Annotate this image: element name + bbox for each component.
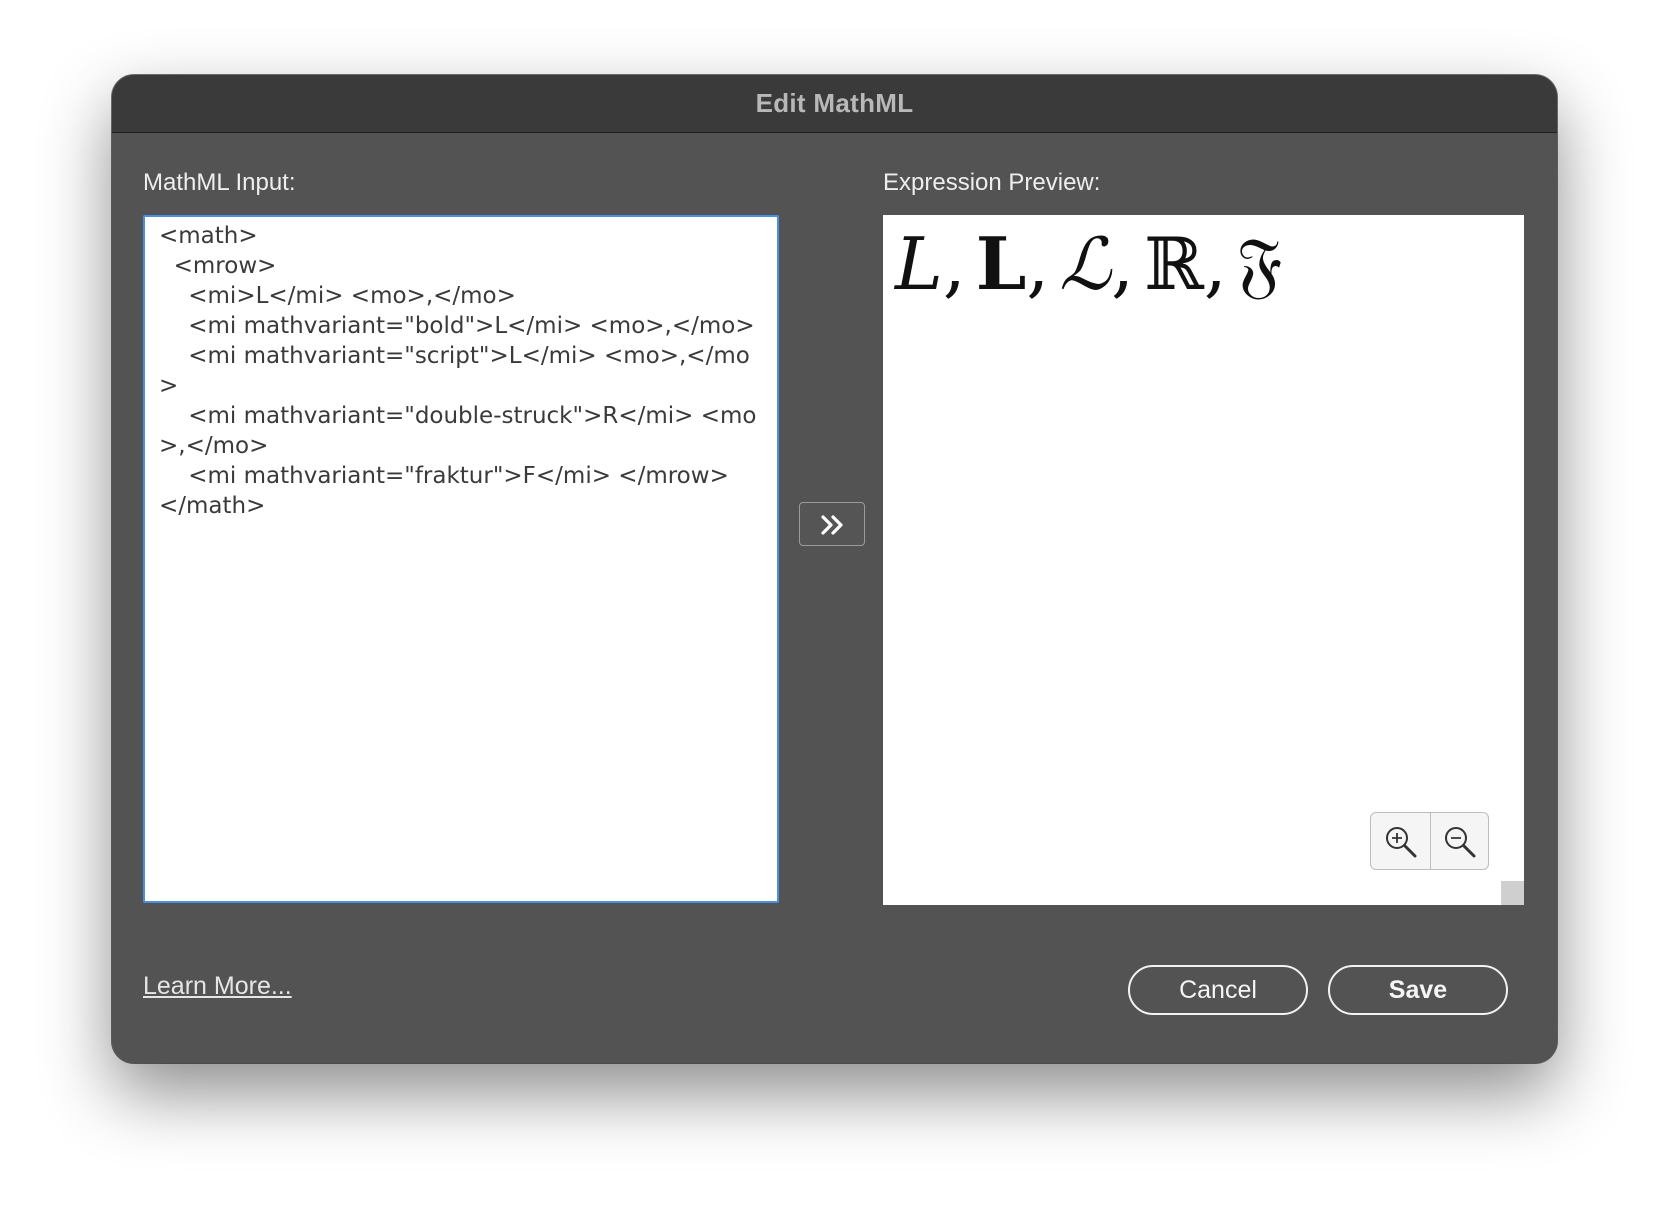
learn-more-link[interactable]: Learn More...	[143, 972, 292, 1001]
math-expression: L, L, ℒ, ℝ, 𝔉	[895, 219, 1282, 309]
save-button[interactable]: Save	[1328, 965, 1508, 1015]
math-comma: ,	[942, 222, 966, 306]
math-fraktur-f: 𝔉	[1236, 222, 1283, 306]
edit-mathml-dialog: Edit MathML MathML Input: <math> <mrow> …	[112, 75, 1557, 1063]
cancel-button[interactable]: Cancel	[1128, 965, 1308, 1015]
math-comma: ,	[1111, 222, 1134, 306]
math-double-struck-r: ℝ	[1143, 222, 1204, 306]
double-chevron-right-icon	[821, 515, 843, 535]
expression-preview-label: Expression Preview:	[883, 169, 1101, 196]
math-italic-l: L	[895, 222, 943, 306]
zoom-controls	[1370, 812, 1489, 870]
zoom-in-button[interactable]	[1371, 813, 1431, 869]
mathml-input-textarea[interactable]: <math> <mrow> <mi>L</mi> <mo>,</mo> <mi …	[143, 215, 779, 903]
dialog-titlebar: Edit MathML	[112, 75, 1557, 133]
zoom-in-icon	[1386, 827, 1417, 858]
dialog-title: Edit MathML	[755, 88, 914, 118]
math-script-l: ℒ	[1059, 222, 1112, 306]
preview-resize-grip[interactable]	[1501, 881, 1524, 905]
math-comma: ,	[1026, 222, 1050, 306]
math-bold-l: L	[975, 221, 1027, 306]
math-comma: ,	[1203, 222, 1227, 306]
render-preview-button[interactable]	[799, 502, 865, 546]
zoom-out-icon	[1445, 827, 1476, 858]
expression-preview-pane: L, L, ℒ, ℝ, 𝔉	[883, 215, 1524, 905]
mathml-input-label: MathML Input:	[143, 169, 296, 196]
zoom-out-button[interactable]	[1430, 813, 1488, 869]
